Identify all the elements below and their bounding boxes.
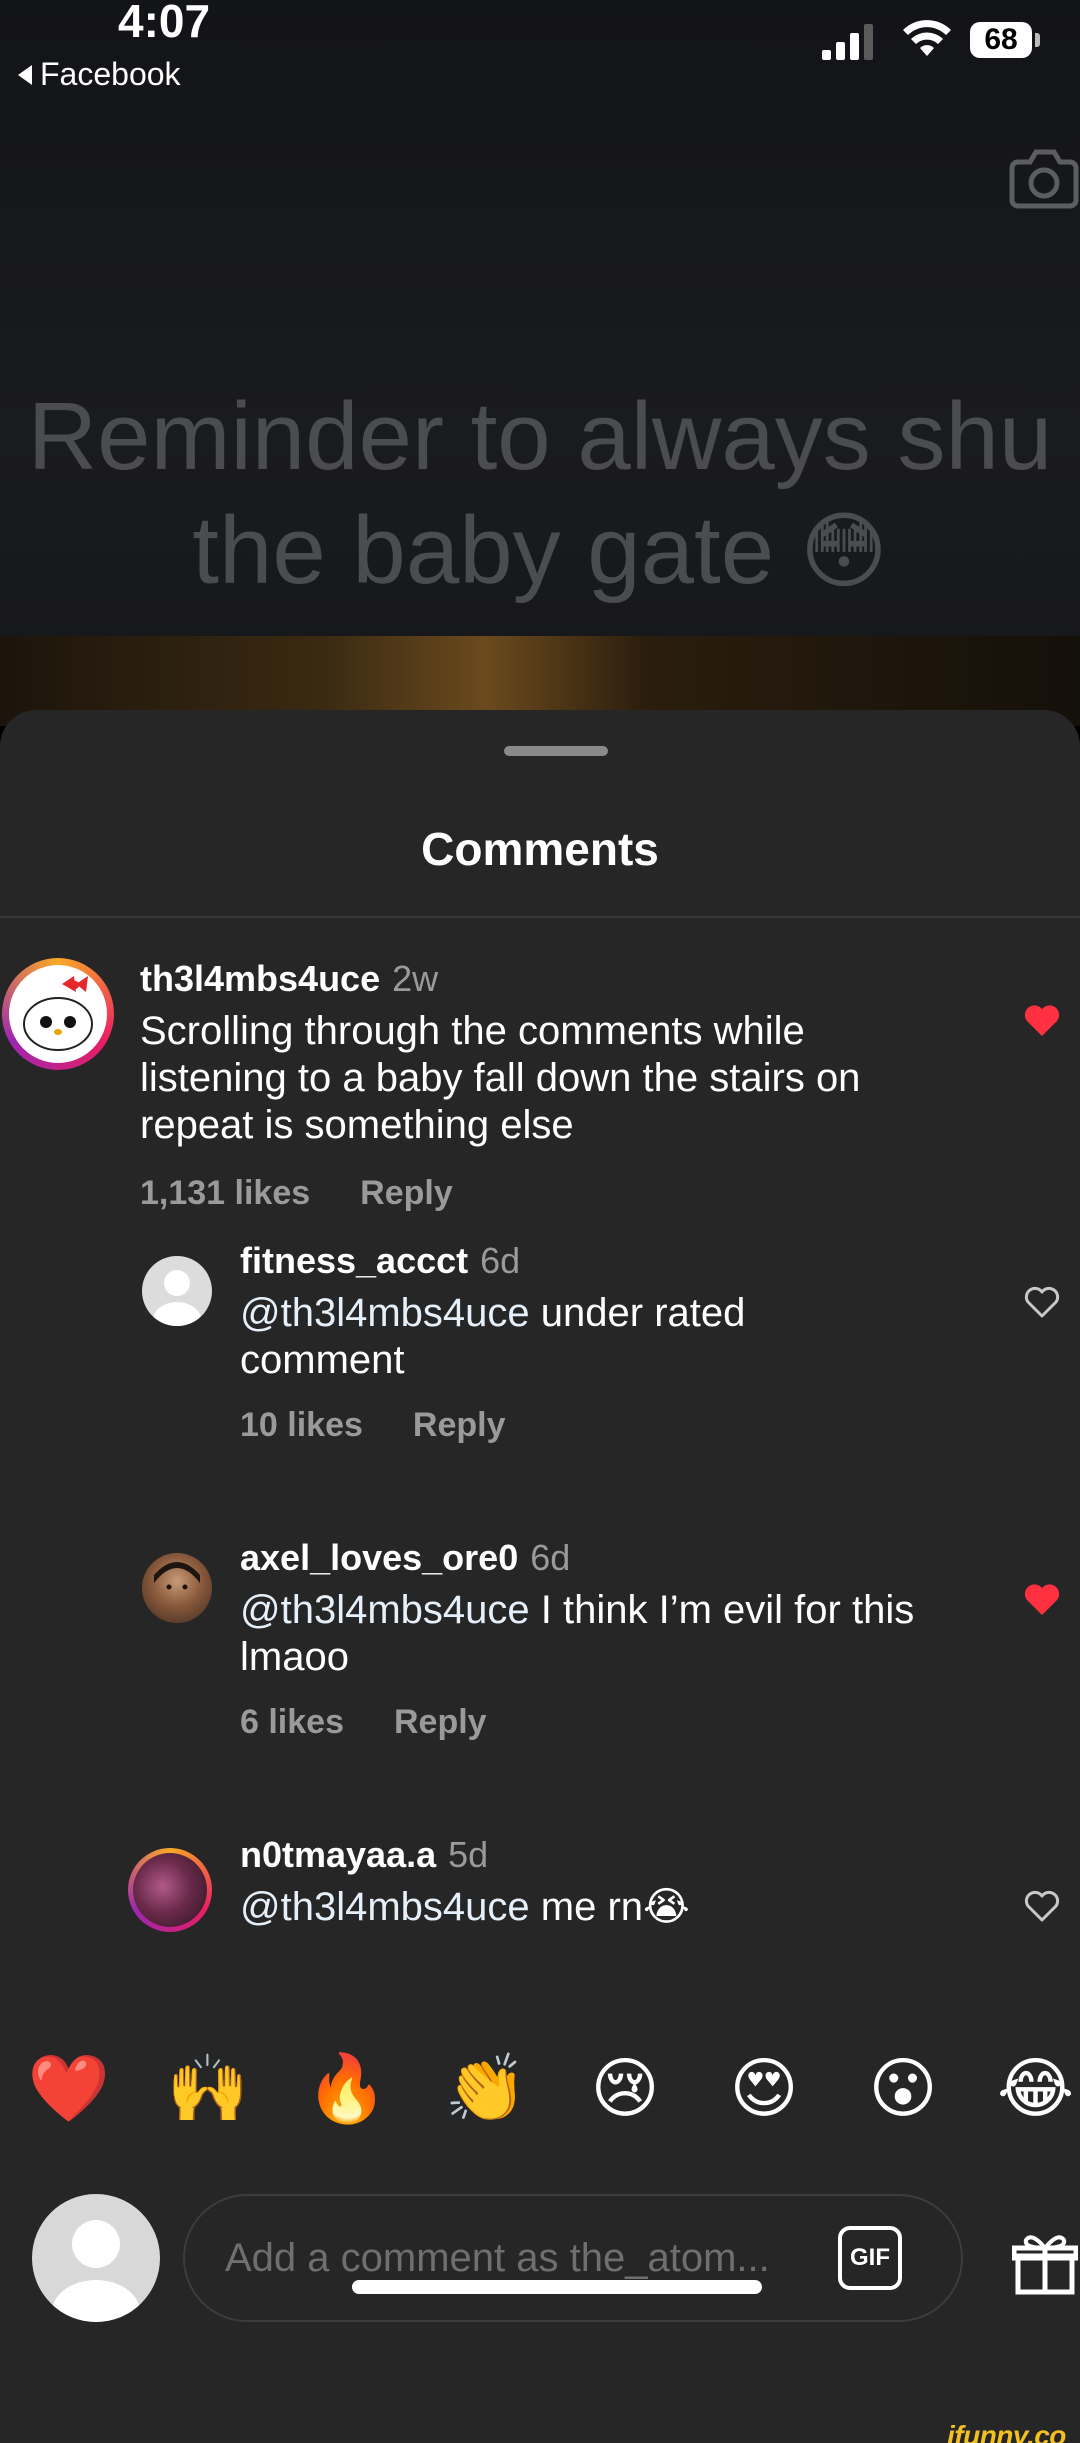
heart-outline-icon[interactable] [1022,1888,1062,1924]
default-avatar-icon [52,2220,140,2322]
reaction-crying[interactable]: 😢 [580,2044,670,2134]
reaction-laughing[interactable]: 😂 [997,2044,1080,2134]
comment-item: fitness_accct 6d @th3l4mbs4uce under rate… [0,1240,1080,1490]
comment-username[interactable]: axel_loves_ore0 6d [240,1537,570,1579]
battery-nub [1035,33,1040,47]
video-caption: Reminder to always shu the baby gate 😳 [0,380,1080,608]
back-to-facebook-link[interactable]: Facebook [18,56,181,93]
cellular-signal-icon [822,24,873,60]
like-count[interactable]: 10 likes [240,1406,363,1445]
comment-username[interactable]: n0tmayaa.a 5d [240,1834,488,1876]
heart-filled-icon[interactable] [1022,1581,1062,1617]
comment-age: 6d [530,1537,571,1578]
home-indicator[interactable] [352,2280,762,2294]
comments-sheet: Comments th3l4mbs4uce 2w Scrolling throu… [0,710,1080,2443]
status-time: 4:07 [118,0,211,47]
username-text: n0tmayaa.a [240,1834,437,1875]
comment-username[interactable]: th3l4mbs4uce 2w [140,958,438,1000]
username-text: th3l4mbs4uce [140,958,381,999]
comment-mention[interactable]: @th3l4mbs4uce [240,1885,530,1929]
default-avatar-icon [153,1270,201,1326]
back-link-label: Facebook [40,56,181,92]
reaction-fire[interactable]: 🔥 [302,2044,392,2134]
commenter-avatar[interactable] [142,1256,212,1326]
reaction-heart-eyes[interactable]: 😍 [719,2044,809,2134]
like-count[interactable]: 6 likes [240,1703,344,1742]
reply-button[interactable]: Reply [360,1174,453,1213]
gif-button[interactable]: GIF [838,2226,902,2290]
comment-mention[interactable]: @th3l4mbs4uce [240,1291,530,1335]
current-user-avatar[interactable] [32,2194,160,2322]
comment-item: th3l4mbs4uce 2w Scrolling through the com… [0,920,1080,1212]
username-text: axel_loves_ore0 [240,1537,519,1578]
comment-body-text: me rn😭 [529,1885,690,1929]
commenter-avatar[interactable] [142,1553,212,1623]
reply-button[interactable]: Reply [413,1406,506,1445]
comment-text: Scrolling through the comments while lis… [140,1008,960,1149]
comment-text: @th3l4mbs4uce under rated comment [240,1290,920,1384]
comment-body-text: Scrolling through the comments while lis… [140,1009,861,1147]
comment-meta: 1,131 likes Reply [140,1174,453,1213]
comment-item: n0tmayaa.a 5d @th3l4mbs4uce me rn😭 [0,1834,1080,2024]
reaction-surprised[interactable]: 😮 [858,2044,948,2134]
sheet-title: Comments [421,823,659,875]
caption-line-2-text: the baby gate [192,497,775,604]
comment-mention[interactable]: @th3l4mbs4uce [240,1588,530,1632]
back-triangle-icon [18,64,32,85]
user-photo-avatar-icon [133,1853,207,1927]
wifi-icon [903,20,951,56]
hello-kitty-avatar-icon [9,965,107,1063]
username-text: fitness_accct [240,1240,469,1281]
like-count[interactable]: 1,131 likes [140,1174,310,1213]
video-background [0,0,1080,720]
comment-meta: 6 likes Reply [240,1703,487,1742]
comment-username[interactable]: fitness_accct 6d [240,1240,520,1282]
camera-icon[interactable] [1008,142,1080,212]
comment-age: 6d [480,1240,521,1281]
flushed-emoji: 😳 [800,502,888,600]
user-photo-avatar-icon [154,1562,200,1590]
heart-outline-icon[interactable] [1022,1284,1062,1320]
reaction-clap[interactable]: 👏 [441,2044,531,2134]
caption-line-2: the baby gate 😳 [192,494,887,608]
comment-meta: 10 likes Reply [240,1406,505,1445]
comment-list[interactable]: th3l4mbs4uce 2w Scrolling through the com… [0,920,1080,2024]
reply-button[interactable]: Reply [394,1703,487,1742]
reaction-raised-hands[interactable]: 🙌 [163,2044,253,2134]
comment-text: @th3l4mbs4uce I think I’m evil for this … [240,1587,940,1681]
gift-icon[interactable] [1012,2230,1078,2296]
commenter-avatar[interactable] [128,1848,212,1932]
caption-line-1: Reminder to always shu [27,383,1053,490]
ifunny-watermark: ifunny.co [947,2420,1066,2443]
comment-item: axel_loves_ore0 6d @th3l4mbs4uce I think … [0,1537,1080,1787]
sheet-divider [0,916,1080,918]
sheet-grabber-handle[interactable] [504,746,608,756]
comment-age: 2w [392,958,439,999]
reaction-heart[interactable]: ❤️ [24,2044,114,2134]
commenter-avatar[interactable] [2,958,114,1070]
battery-icon: 68 [970,22,1032,58]
comment-text: @th3l4mbs4uce me rn😭 [240,1884,940,1931]
comment-age: 5d [448,1834,489,1875]
heart-filled-icon[interactable] [1022,1002,1062,1038]
